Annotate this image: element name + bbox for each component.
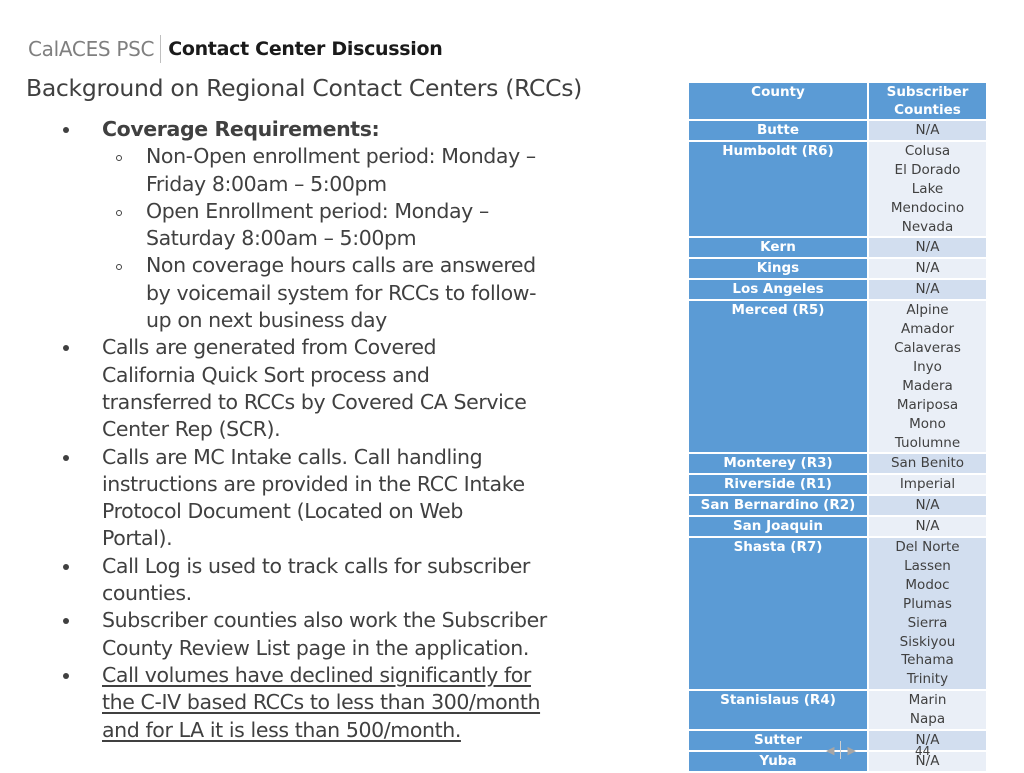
county-cell: San Joaquin (687, 515, 869, 539)
subscriber-cell: Del Norte Lassen Modoc Plumas Sierra Sis… (867, 536, 988, 692)
slide-title: Contact Center Discussion (168, 38, 443, 60)
table-row: Monterey (R3) San Benito (687, 452, 988, 476)
bullet-call-volumes: Call volumes have declined significantly… (60, 662, 620, 744)
slide-navigation: ◀ ▶ (826, 741, 856, 759)
sub-bullet-non-coverage: Non coverage hours calls are answered by… (60, 252, 620, 334)
table-row: Humboldt (R6) Colusa El Dorado Lake Mendo… (687, 139, 988, 239)
bullet-calls-generated: Calls are generated from Covered Califor… (60, 334, 620, 443)
table-row: Stanislaus (R4) Marin Napa (687, 689, 988, 732)
table-row: Kings N/A (687, 257, 988, 281)
sub-bullet-icon (116, 155, 122, 162)
bullet-icon (63, 672, 69, 679)
table-row: San Joaquin N/A (687, 515, 988, 539)
line: counties. (102, 581, 192, 606)
county-cell: Los Angeles (687, 278, 869, 302)
table-row: Butte N/A (687, 119, 988, 142)
bullet-coverage: Coverage Requirements: (60, 116, 620, 143)
next-slide-icon[interactable]: ▶ (847, 744, 855, 757)
table-row: Shasta (R7) Del Norte Lassen Modoc Plumas… (687, 536, 988, 692)
line: Saturday 8:00am – 5:00pm (146, 226, 417, 251)
bullet-icon (63, 127, 69, 133)
subscriber-cell: N/A (867, 278, 988, 302)
subscriber-cell: N/A (867, 257, 988, 281)
line: by voicemail system for RCCs to follow- (146, 280, 537, 305)
bullet-call-log: Call Log is used to track calls for subs… (60, 553, 620, 608)
header-county: County (687, 81, 869, 121)
line: Portal). (102, 526, 173, 551)
table-header-row: County Subscriber Counties (687, 81, 988, 121)
subscriber-cell: N/A (867, 494, 988, 518)
slide-header: CalACES PSC Contact Center Discussion (28, 34, 443, 64)
bullet-icon (63, 454, 69, 461)
line: Calls are MC Intake calls. Call handling (102, 444, 483, 469)
slide-subtitle: Background on Regional Contact Centers (… (26, 74, 583, 102)
page-number: 44 (915, 744, 931, 758)
line: Call Log is used to track calls for subs… (102, 553, 530, 578)
nav-divider (840, 741, 842, 759)
line: Subscriber counties also work the Subscr… (102, 608, 547, 633)
bullet-subscriber-review: Subscriber counties also work the Subscr… (60, 607, 620, 662)
table-row: Los Angeles N/A (687, 278, 988, 302)
line: Calls are generated from Covered (102, 335, 437, 360)
county-cell: Merced (R5) (687, 299, 869, 455)
county-cell: Kern (687, 236, 869, 260)
table-row: San Bernardino (R2) N/A (687, 494, 988, 518)
rcc-county-table: County Subscriber Counties Butte N/A Humbo… (687, 81, 988, 773)
subscriber-cell: Marin Napa (867, 689, 988, 732)
subscriber-cell: N/A (867, 119, 988, 142)
county-cell: Butte (687, 119, 869, 142)
county-cell: Humboldt (R6) (687, 139, 869, 239)
line: County Review List page in the applicati… (102, 635, 530, 660)
sub-bullet-icon (116, 209, 122, 216)
line: Center Rep (SCR). (102, 417, 281, 442)
county-cell: Kings (687, 257, 869, 281)
line: California Quick Sort process and (102, 362, 430, 387)
line: instructions are provided in the RCC Int… (102, 471, 525, 496)
sub-bullet-open: Open Enrollment period: Monday – Saturda… (60, 198, 620, 253)
previous-slide-icon[interactable]: ◀ (826, 744, 834, 757)
county-cell: San Bernardino (R2) (687, 494, 869, 518)
line: and for LA it is less than 500/month. (102, 717, 461, 742)
county-cell: Stanislaus (R4) (687, 689, 869, 732)
subscriber-cell: San Benito (867, 452, 988, 476)
subscriber-cell: Colusa El Dorado Lake Mendocino Nevada (867, 139, 988, 239)
line: up on next business day (146, 308, 387, 333)
sub-bullet-non-open: Non-Open enrollment period: Monday – Fri… (60, 143, 620, 198)
line: Non coverage hours calls are answered (146, 253, 536, 278)
line: Open Enrollment period: Monday – (146, 198, 489, 223)
line: the C-IV based RCCs to less than 300/mon… (102, 690, 541, 715)
line: Protocol Document (Located on Web (102, 499, 464, 524)
table-row: Riverside (R1) Imperial (687, 473, 988, 497)
table-row: Merced (R5) Alpine Amador Calaveras Inyo … (687, 299, 988, 455)
brand-name: CalACES PSC (28, 37, 155, 61)
line: Friday 8:00am – 5:00pm (146, 171, 387, 196)
county-cell: Shasta (R7) (687, 536, 869, 692)
header-subscriber-counties: Subscriber Counties (867, 81, 988, 121)
line: Non-Open enrollment period: Monday – (146, 144, 536, 169)
subscriber-cell: N/A (867, 236, 988, 260)
county-cell: Riverside (R1) (687, 473, 869, 497)
header-divider (160, 35, 162, 63)
table-row: Kern N/A (687, 236, 988, 260)
subscriber-cell: N/A (867, 515, 988, 539)
line: transferred to RCCs by Covered CA Servic… (102, 389, 527, 414)
bullet-icon (63, 563, 69, 570)
subscriber-cell: Imperial (867, 473, 988, 497)
county-cell: Monterey (R3) (687, 452, 869, 476)
coverage-heading: Coverage Requirements: (102, 117, 380, 141)
bullet-mc-intake: Calls are MC Intake calls. Call handling… (60, 444, 620, 553)
line: Call volumes have declined significantly… (102, 662, 531, 687)
sub-bullet-icon (116, 264, 122, 271)
bullet-list: Coverage Requirements: Non-Open enrollme… (60, 116, 620, 744)
bullet-icon (63, 618, 69, 625)
bullet-icon (63, 345, 69, 352)
subscriber-cell: Alpine Amador Calaveras Inyo Madera Mari… (867, 299, 988, 455)
